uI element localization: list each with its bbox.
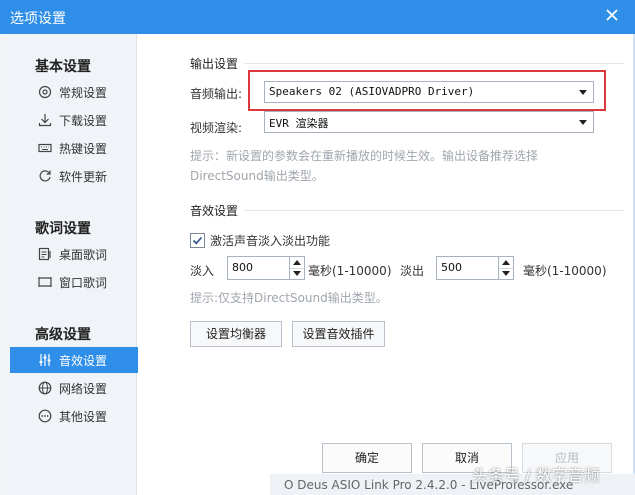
general-settings-icon	[38, 85, 52, 99]
update-icon	[38, 169, 52, 183]
chevron-down-icon	[579, 120, 587, 125]
sidebar-item-label: 热键设置	[59, 142, 108, 156]
keyboard-icon	[38, 141, 52, 155]
window-title: 选项设置	[10, 11, 66, 27]
highlight-box	[248, 70, 606, 111]
network-icon	[38, 381, 52, 395]
sidebar-item-other[interactable]: 其他设置	[10, 403, 138, 429]
fadein-decrement[interactable]	[290, 268, 304, 279]
fadein-label: 淡入	[190, 264, 215, 278]
watermark: 头条号 / 数字音频	[472, 466, 600, 485]
sidebar-section-advanced: 高级设置	[35, 327, 91, 343]
sidebar-item-general[interactable]: 常规设置	[10, 79, 138, 105]
fadeout-value: 500	[441, 261, 462, 274]
sound-plugin-button[interactable]: 设置音效插件	[292, 321, 385, 347]
sidebar-item-label: 网络设置	[59, 382, 108, 396]
window-lyrics-icon	[38, 275, 52, 289]
sidebar-item-label: 音效设置	[59, 354, 108, 368]
ok-button[interactable]: 确定	[322, 443, 412, 473]
audio-output-label: 音频输出:	[190, 87, 243, 101]
fadeout-unit: 毫秒(1-10000)	[523, 264, 607, 278]
sidebar-section-lyrics: 歌词设置	[35, 221, 91, 237]
sidebar: 基本设置 常规设置 下载设置 热键设置 软件更新 歌词设置 桌面歌词 窗口歌词 …	[2, 34, 138, 495]
divider	[244, 63, 624, 64]
sidebar-item-label: 软件更新	[59, 170, 108, 184]
sidebar-item-download[interactable]: 下载设置	[10, 107, 138, 133]
output-hint: 提示：新设置的参数会在重新播放的时候生效。输出设备推荐选择DirectSound…	[190, 149, 539, 183]
sidebar-item-label: 窗口歌词	[59, 276, 108, 290]
sidebar-item-label: 常规设置	[59, 86, 108, 100]
sidebar-item-hotkeys[interactable]: 热键设置	[10, 135, 138, 161]
video-render-label: 视频渲染:	[190, 121, 243, 135]
sidebar-item-network[interactable]: 网络设置	[10, 375, 138, 401]
video-render-select[interactable]: EVR 渲染器	[264, 111, 594, 133]
effects-hint: 提示:仅支持DirectSound输出类型。	[190, 291, 388, 305]
sidebar-item-update[interactable]: 软件更新	[10, 163, 138, 189]
more-icon	[38, 409, 52, 423]
download-icon	[38, 113, 52, 127]
divider	[244, 210, 624, 211]
sidebar-item-label: 其他设置	[59, 410, 108, 424]
title-bar: 选项设置	[0, 0, 635, 34]
close-button[interactable]	[603, 6, 621, 24]
desktop-lyrics-icon	[38, 247, 52, 261]
equalizer-icon	[38, 353, 52, 367]
checkmark-icon	[192, 236, 203, 245]
sidebar-item-sound-effects[interactable]: 音效设置	[10, 347, 138, 373]
sidebar-item-label: 下载设置	[59, 114, 108, 128]
sidebar-item-label: 桌面歌词	[59, 248, 108, 262]
crossfade-checkbox[interactable]	[190, 233, 205, 248]
sidebar-item-desktop-lyrics[interactable]: 桌面歌词	[10, 241, 138, 267]
fadein-stepper[interactable]: 800	[227, 256, 305, 280]
effects-settings-title: 音效设置	[190, 204, 239, 218]
sidebar-section-basic: 基本设置	[35, 59, 91, 75]
sidebar-item-window-lyrics[interactable]: 窗口歌词	[10, 269, 138, 295]
crossfade-label: 激活声音淡入淡出功能	[210, 234, 331, 248]
fadeout-stepper[interactable]: 500	[436, 256, 514, 280]
fadein-value: 800	[232, 261, 253, 274]
video-render-value: EVR 渲染器	[269, 117, 329, 130]
output-settings-title: 输出设置	[190, 57, 239, 71]
equalizer-button[interactable]: 设置均衡器	[190, 321, 282, 347]
close-icon	[606, 9, 618, 21]
fadeout-decrement[interactable]	[499, 268, 513, 279]
fadein-unit: 毫秒(1-10000)	[308, 264, 392, 278]
fadeout-label: 淡出	[400, 264, 425, 278]
